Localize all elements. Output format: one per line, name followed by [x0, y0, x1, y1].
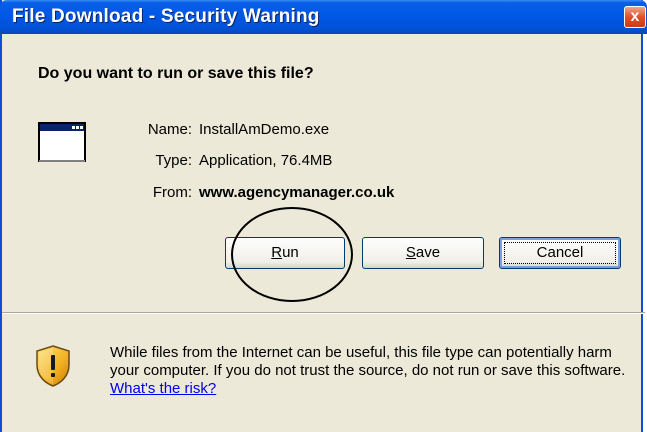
focus-rectangle: [504, 242, 616, 264]
run-mnemonic: R: [271, 244, 283, 261]
run-button[interactable]: Run: [225, 237, 345, 269]
close-icon: x: [630, 8, 640, 25]
run-label: un: [282, 244, 299, 261]
security-warning-dialog: File Download - Security Warning x Do yo…: [0, 0, 647, 432]
save-mnemonic: S: [405, 244, 416, 261]
cancel-button[interactable]: Cancel: [499, 237, 621, 269]
save-label: ave: [415, 244, 441, 261]
divider-highlight: [2, 313, 645, 314]
close-button[interactable]: x: [624, 6, 646, 28]
type-label: Type:: [155, 152, 192, 169]
from-label: From:: [152, 184, 192, 201]
title-bar[interactable]: File Download - Security Warning x: [0, 0, 647, 34]
save-button[interactable]: Save: [362, 237, 484, 269]
name-label: Name:: [147, 121, 192, 138]
warning-text: While files from the Internet can be use…: [110, 344, 626, 379]
application-window-icon: [38, 122, 86, 162]
shield-warning-icon: [36, 345, 70, 387]
name-value: InstallAmDemo.exe: [199, 121, 330, 138]
from-value: www.agencymanager.co.uk: [199, 184, 395, 201]
dialog-question: Do you want to run or save this file?: [38, 65, 314, 82]
window-title: File Download - Security Warning: [12, 6, 320, 27]
type-value: Application, 76.4MB: [199, 152, 333, 169]
whats-the-risk-link[interactable]: What's the risk?: [110, 380, 216, 397]
warning-message: While files from the Internet can be use…: [110, 344, 630, 398]
